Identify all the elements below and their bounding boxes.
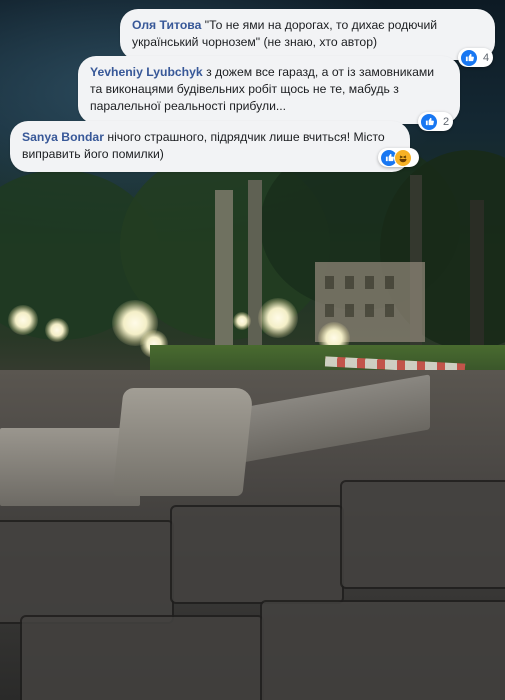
paving-tile (0, 520, 174, 624)
dislodged-curb-stone (112, 388, 254, 496)
comment-bubble: Оля Титова "То не ями на дорогах, то дих… (120, 9, 495, 60)
comment-bubble: Sanya Bondar нічого страшного, підрядчик… (10, 121, 410, 172)
photo-background: Оля Титова "То не ями на дорогах, то дих… (0, 0, 505, 700)
paving-tile (20, 615, 264, 700)
comment-author[interactable]: Yevheniy Lyubchyk (90, 65, 203, 79)
comment-author[interactable]: Sanya Bondar (22, 130, 104, 144)
street-lamp-light (233, 312, 251, 330)
reaction-count: 4 (483, 51, 490, 64)
reaction-count: 2 (443, 115, 450, 128)
reaction-summary[interactable]: 4 (458, 48, 494, 67)
like-icon (420, 112, 438, 131)
street-lamp-light (45, 318, 69, 342)
comment-bubble: Yevheniy Lyubchyk з дожем все гаразд, а … (78, 56, 460, 124)
like-icon (460, 48, 478, 67)
paving-tile (170, 505, 344, 604)
reaction-summary[interactable] (378, 148, 419, 167)
tree-trunk (248, 180, 262, 355)
street-lamp-light (8, 305, 38, 335)
paving-tile (260, 600, 505, 700)
tree-trunk (470, 200, 484, 350)
paving-tile (340, 480, 505, 589)
comment-author[interactable]: Оля Титова (132, 18, 201, 32)
reaction-summary[interactable]: 2 (418, 112, 454, 131)
haha-icon (394, 148, 412, 167)
street-lamp-light (258, 298, 298, 338)
tree-trunk (215, 190, 233, 355)
